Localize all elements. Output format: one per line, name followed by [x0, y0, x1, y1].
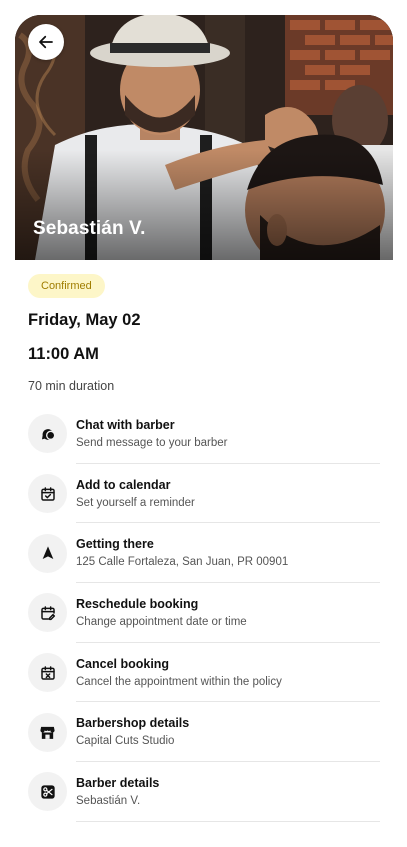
action-list: Chat with barber Send message to your ba…	[28, 404, 380, 822]
back-button[interactable]	[28, 24, 64, 60]
row-subtitle: Set yourself a reminder	[76, 496, 195, 509]
row-subtitle: Capital Cuts Studio	[76, 735, 175, 748]
row-subtitle: Send message to your barber	[76, 436, 228, 449]
row-subtitle: Sebastián V.	[76, 794, 141, 807]
booking-time: 11:00 AM	[28, 345, 99, 363]
row-title: Getting there	[76, 537, 154, 552]
hero-image: Sebastián V.	[15, 15, 393, 260]
row-title: Barber details	[76, 775, 160, 790]
barber-details-row[interactable]: Barber details Sebastián V.	[28, 762, 380, 822]
scissors-icon	[28, 772, 67, 812]
navigation-arrow-icon	[28, 533, 67, 573]
booking-details-screen: Sebastián V. Confirmed Friday, May 02 11…	[15, 15, 393, 847]
row-title: Cancel booking	[76, 656, 170, 671]
row-title: Add to calendar	[76, 477, 171, 492]
cancel-booking-row[interactable]: Cancel booking Cancel the appointment wi…	[28, 643, 380, 703]
calendar-check-icon	[28, 474, 67, 514]
barbershop-details-row[interactable]: Barbershop details Capital Cuts Studio	[28, 702, 380, 763]
chat-with-barber-row[interactable]: Chat with barber Send message to your ba…	[28, 404, 380, 464]
booking-date: Friday, May 02	[28, 311, 141, 329]
row-title: Barbershop details	[76, 716, 190, 731]
storefront-icon	[28, 712, 67, 752]
booking-content: Confirmed Friday, May 02 11:00 AM 70 min…	[15, 260, 393, 822]
barber-name: Sebastián V.	[33, 218, 146, 239]
calendar-edit-icon	[28, 593, 67, 633]
booking-duration: 70 min duration	[28, 379, 115, 393]
hero-gradient	[15, 150, 393, 260]
row-title: Chat with barber	[76, 417, 175, 432]
status-badge: Confirmed	[28, 274, 105, 298]
row-title: Reschedule booking	[76, 596, 199, 611]
add-to-calendar-row[interactable]: Add to calendar Set yourself a reminder	[28, 464, 380, 524]
reschedule-booking-row[interactable]: Reschedule booking Change appointment da…	[28, 583, 380, 643]
calendar-cancel-icon	[28, 653, 67, 693]
row-subtitle: 125 Calle Fortaleza, San Juan, PR 00901	[76, 556, 289, 569]
arrow-left-icon	[39, 35, 53, 49]
row-subtitle: Cancel the appointment within the policy	[76, 675, 282, 688]
row-subtitle: Change appointment date or time	[76, 615, 247, 628]
chat-bubbles-icon	[28, 414, 67, 454]
getting-there-row[interactable]: Getting there 125 Calle Fortaleza, San J…	[28, 523, 380, 584]
